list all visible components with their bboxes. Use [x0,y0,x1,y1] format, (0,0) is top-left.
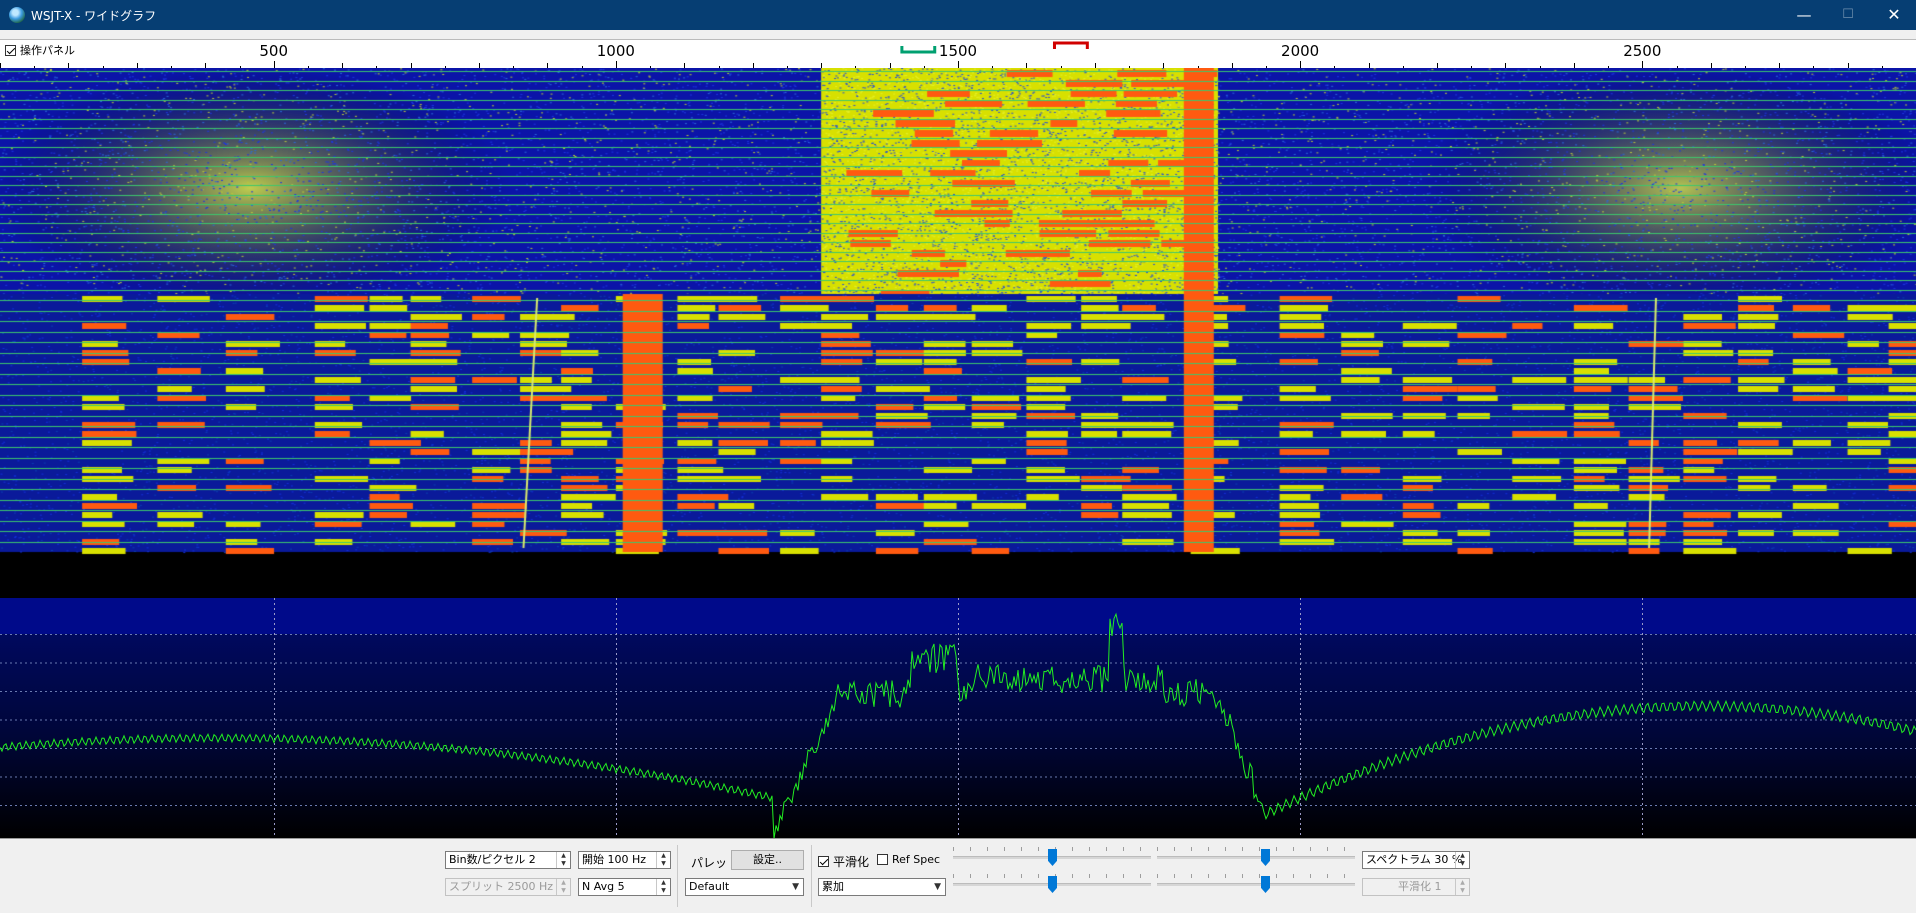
n-avg-spinbox[interactable]: N Avg 5 ▲ ▼ [578,878,671,896]
title-bar: WSJT-X - ワイドグラフ — ☐ ✕ [0,0,1916,30]
spectrum-zero-slider[interactable] [1157,874,1355,896]
close-button[interactable]: ✕ [1871,0,1916,30]
smoothing-label: 平滑化 [833,855,870,869]
start-frequency-spinbox[interactable]: 開始 100 Hz ▲ ▼ [578,851,671,869]
scale-tick-label: 1500 [939,42,977,60]
slider-thumb[interactable] [1048,849,1057,866]
smoothing-checkbox[interactable] [818,856,829,867]
spectrum-percent-spinbox[interactable]: スペクトラム 30 % ▲ ▼ [1362,851,1470,869]
spectrum-mode-select[interactable]: 累加 ▼ [818,878,946,896]
spin-arrows-icon[interactable]: ▲ ▼ [1455,852,1469,868]
slider-thumb[interactable] [1261,849,1270,866]
spin-arrows-icon[interactable]: ▲ ▼ [656,879,670,895]
spin-arrows-icon: ▲ ▼ [1455,879,1469,895]
n-avg-value: N Avg 5 [582,880,625,893]
split-spinbox: スプリット 2500 Hz ▲ ▼ [445,878,571,896]
slider-thumb[interactable] [1048,876,1057,893]
scale-tick-label: 1000 [597,42,635,60]
bins-per-pixel-spinbox[interactable]: Bin数/ピクセル 2 ▲ ▼ [445,851,571,869]
scale-tick-label: 500 [259,42,288,60]
palette-select[interactable]: Default ▼ [685,878,804,896]
scale-tick-label: 2500 [1623,42,1661,60]
spin-arrows-icon[interactable]: ▲ ▼ [556,852,570,868]
ref-spec-checkbox[interactable] [877,854,888,865]
spectrum-gain-slider[interactable] [953,874,1151,896]
tx-frequency-marker [1052,41,1089,49]
control-panel: Bin数/ピクセル 2 ▲ ▼ 開始 100 Hz ▲ ▼ スプリット 2500 H… [0,838,1916,913]
split-value: スプリット 2500 Hz [449,880,554,893]
smoothing-toggle[interactable]: 平滑化 [818,853,869,870]
bins-per-pixel-value: Bin数/ピクセル 2 [449,853,536,866]
spectrum-percent-value: スペクトラム 30 % [1366,853,1463,866]
spin-arrows-icon[interactable]: ▲ ▼ [656,852,670,868]
smoothing-spinbox: 平滑化 1 ▲ ▼ [1362,878,1470,896]
rx-frequency-marker [900,46,937,54]
spectrum-trace [0,598,1916,838]
wsjtx-globe-icon [9,7,25,23]
scale-tick-label: 2000 [1281,42,1319,60]
chevron-down-icon: ▼ [934,882,941,892]
window-title: WSJT-X - ワイドグラフ [31,9,157,23]
frequency-scale[interactable]: 500 1000 1500 2000 2500 操作パネル [0,39,1916,69]
separator [677,845,678,907]
maximize-button[interactable]: ☐ [1825,0,1871,30]
ref-spec-toggle[interactable]: Ref Spec [877,853,940,866]
frequency-scale-ticks: 500 1000 1500 2000 2500 [0,41,1883,69]
control-panel-label: 操作パネル [20,44,75,57]
control-panel-toggle[interactable]: 操作パネル [5,42,75,58]
palette-select-value: Default [689,880,730,893]
spectrum-display[interactable] [0,598,1916,838]
waterfall-display[interactable] [0,68,1916,598]
waterfall-zero-slider[interactable] [1157,847,1355,869]
palette-settings-button[interactable]: 設定.. [731,850,804,870]
waterfall-gain-slider[interactable] [953,847,1151,869]
spin-arrows-icon: ▲ ▼ [556,879,570,895]
minimize-button[interactable]: — [1781,0,1827,30]
chevron-down-icon: ▼ [792,882,799,892]
control-panel-checkbox[interactable] [5,44,16,56]
start-frequency-value: 開始 100 Hz [582,853,647,866]
slider-thumb[interactable] [1261,876,1270,893]
ref-spec-label: Ref Spec [892,853,941,866]
smoothing-value: 平滑化 1 [1398,880,1442,893]
spectrum-mode-value: 累加 [822,880,844,893]
separator [811,845,812,907]
